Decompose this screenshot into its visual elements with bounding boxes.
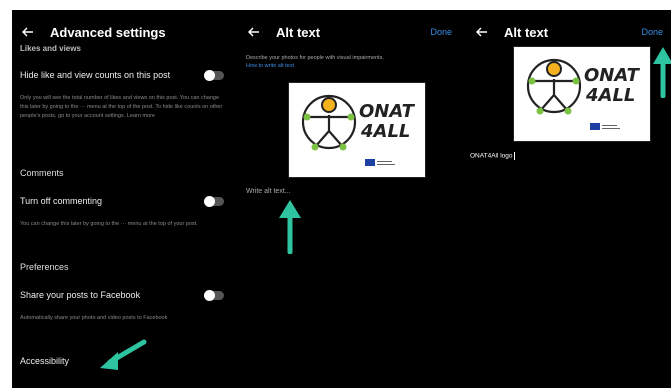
back-arrow-icon[interactable] bbox=[474, 24, 490, 40]
alt-text-input[interactable]: Write alt text... bbox=[246, 188, 291, 195]
share-facebook-label: Share your posts to Facebook bbox=[20, 290, 141, 300]
onat-figure-icon bbox=[301, 94, 357, 151]
onat-figure-icon bbox=[526, 58, 582, 115]
logo-text-line2: 4ALL bbox=[361, 121, 411, 142]
section-header-comments: Comments bbox=[20, 168, 64, 178]
logo-text-line1: ONAT bbox=[584, 65, 639, 86]
eu-flag-icon bbox=[590, 123, 600, 130]
section-header-likes: Likes and views bbox=[20, 44, 81, 53]
how-to-link[interactable]: How to write alt text bbox=[246, 62, 294, 71]
text-cursor bbox=[513, 152, 515, 160]
pointer-arrow-icon bbox=[279, 200, 301, 254]
eu-text: ▬▬▬▬▬ ▬▬▬▬▬▬ bbox=[602, 123, 620, 130]
alt-text-panel-empty: Alt text Done Describe your photos for p… bbox=[238, 10, 460, 388]
eu-text: ▬▬▬▬▬ ▬▬▬▬▬▬ bbox=[377, 159, 395, 166]
back-arrow-icon[interactable] bbox=[246, 24, 262, 40]
alt-text-input[interactable]: ONAT4All logo bbox=[470, 152, 515, 160]
alt-text-panel-filled: Alt text Done ONAT 4ALL ▬▬▬▬▬ ▬▬▬▬▬▬ ONAT… bbox=[466, 10, 671, 388]
share-facebook-toggle[interactable] bbox=[204, 289, 224, 301]
advanced-settings-panel: Advanced settings Likes and views Hide l… bbox=[12, 10, 232, 388]
logo-text-line1: ONAT bbox=[359, 101, 414, 122]
turn-off-commenting-row[interactable]: Turn off commenting bbox=[20, 195, 224, 207]
header: Alt text Done bbox=[474, 22, 663, 42]
page-title: Alt text bbox=[504, 24, 549, 40]
header: Advanced settings bbox=[20, 22, 224, 42]
hide-likes-row[interactable]: Hide like and view counts on this post bbox=[20, 69, 224, 81]
accessibility-link[interactable]: Accessibility bbox=[20, 356, 69, 366]
share-facebook-description: Automatically share your photo and video… bbox=[20, 315, 168, 321]
hide-likes-label: Hide like and view counts on this post bbox=[20, 70, 171, 80]
turn-off-commenting-description: You can change this later by going to th… bbox=[20, 221, 198, 227]
logo-thumbnail: ONAT 4ALL ▬▬▬▬▬ ▬▬▬▬▬▬ bbox=[513, 46, 651, 142]
page-title: Alt text bbox=[276, 24, 321, 40]
logo-thumbnail: ONAT 4ALL ▬▬▬▬▬ ▬▬▬▬▬▬ bbox=[288, 82, 426, 178]
back-arrow-icon[interactable] bbox=[20, 24, 36, 40]
done-button[interactable]: Done bbox=[641, 27, 663, 37]
pointer-arrow-icon bbox=[653, 47, 671, 98]
section-header-preferences: Preferences bbox=[20, 262, 69, 272]
done-button[interactable]: Done bbox=[430, 27, 452, 37]
hide-likes-description: Only you will see the total number of li… bbox=[20, 95, 223, 119]
turn-off-commenting-label: Turn off commenting bbox=[20, 196, 103, 206]
logo-text-line2: 4ALL bbox=[586, 85, 636, 106]
eu-flag-icon bbox=[365, 159, 375, 166]
page-title: Advanced settings bbox=[50, 24, 166, 40]
share-facebook-row[interactable]: Share your posts to Facebook bbox=[20, 289, 224, 301]
screenshot-frame: Advanced settings Likes and views Hide l… bbox=[12, 10, 671, 388]
turn-off-commenting-toggle[interactable] bbox=[204, 195, 224, 207]
hide-likes-toggle[interactable] bbox=[204, 69, 224, 81]
pointer-arrow-icon bbox=[100, 339, 147, 370]
header: Alt text Done bbox=[246, 22, 452, 42]
alt-text-value: ONAT4All logo bbox=[470, 152, 513, 160]
